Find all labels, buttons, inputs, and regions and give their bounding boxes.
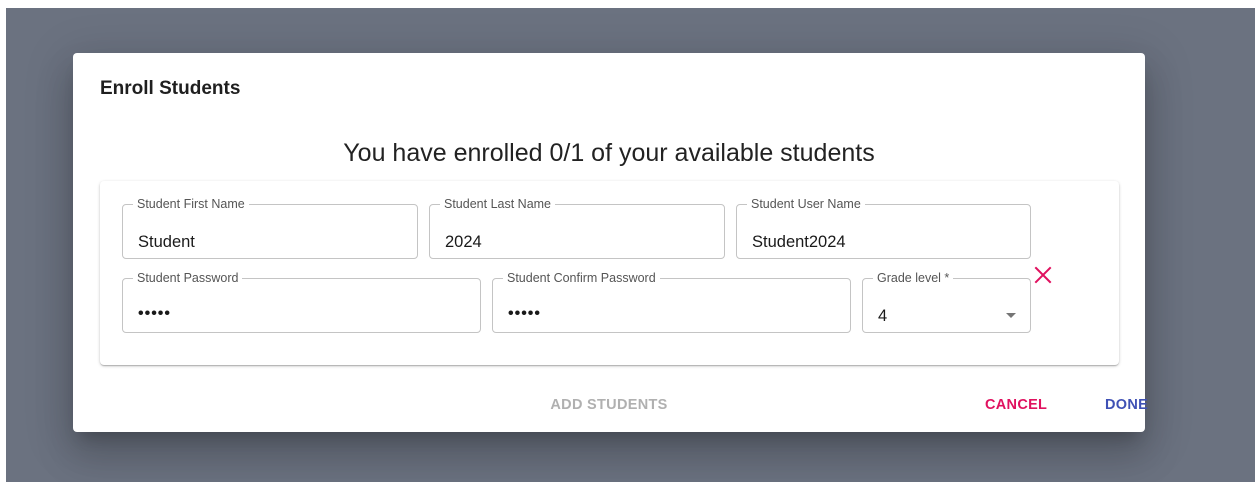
arrow-drop-down-icon <box>1006 313 1016 318</box>
grade-level-label: Grade level * <box>877 271 950 285</box>
grade-level-value: 4 <box>878 307 888 325</box>
password-field[interactable]: Student Password ••••• <box>122 271 481 333</box>
done-button[interactable]: DONE <box>1105 397 1148 413</box>
first-name-label: Student First Name <box>137 197 245 211</box>
student-form-card: Student First Name Student Student Last … <box>100 181 1119 365</box>
close-icon[interactable] <box>1031 263 1055 287</box>
password-label: Student Password <box>137 271 239 285</box>
enrollment-status-text: You have enrolled 0/1 of your available … <box>343 139 875 167</box>
confirm-password-field[interactable]: Student Confirm Password ••••• <box>492 271 851 333</box>
user-name-field[interactable]: Student User Name Student2024 <box>736 197 1031 259</box>
first-name-value: Student <box>138 233 195 251</box>
dialog-title: Enroll Students <box>100 78 241 99</box>
first-name-field[interactable]: Student First Name Student <box>122 197 418 259</box>
enroll-students-dialog: Enroll Students You have enrolled 0/1 of… <box>73 53 1148 432</box>
password-value: ••••• <box>138 305 172 322</box>
last-name-field[interactable]: Student Last Name 2024 <box>429 197 725 259</box>
last-name-label: Student Last Name <box>444 197 552 211</box>
grade-level-select[interactable]: Grade level * 4 <box>862 271 1031 333</box>
user-name-label: Student User Name <box>751 197 861 211</box>
confirm-password-label: Student Confirm Password <box>507 271 656 285</box>
user-name-value: Student2024 <box>752 233 846 251</box>
last-name-value: 2024 <box>445 233 482 251</box>
cancel-button[interactable]: CANCEL <box>985 397 1047 413</box>
confirm-password-value: ••••• <box>508 305 542 322</box>
